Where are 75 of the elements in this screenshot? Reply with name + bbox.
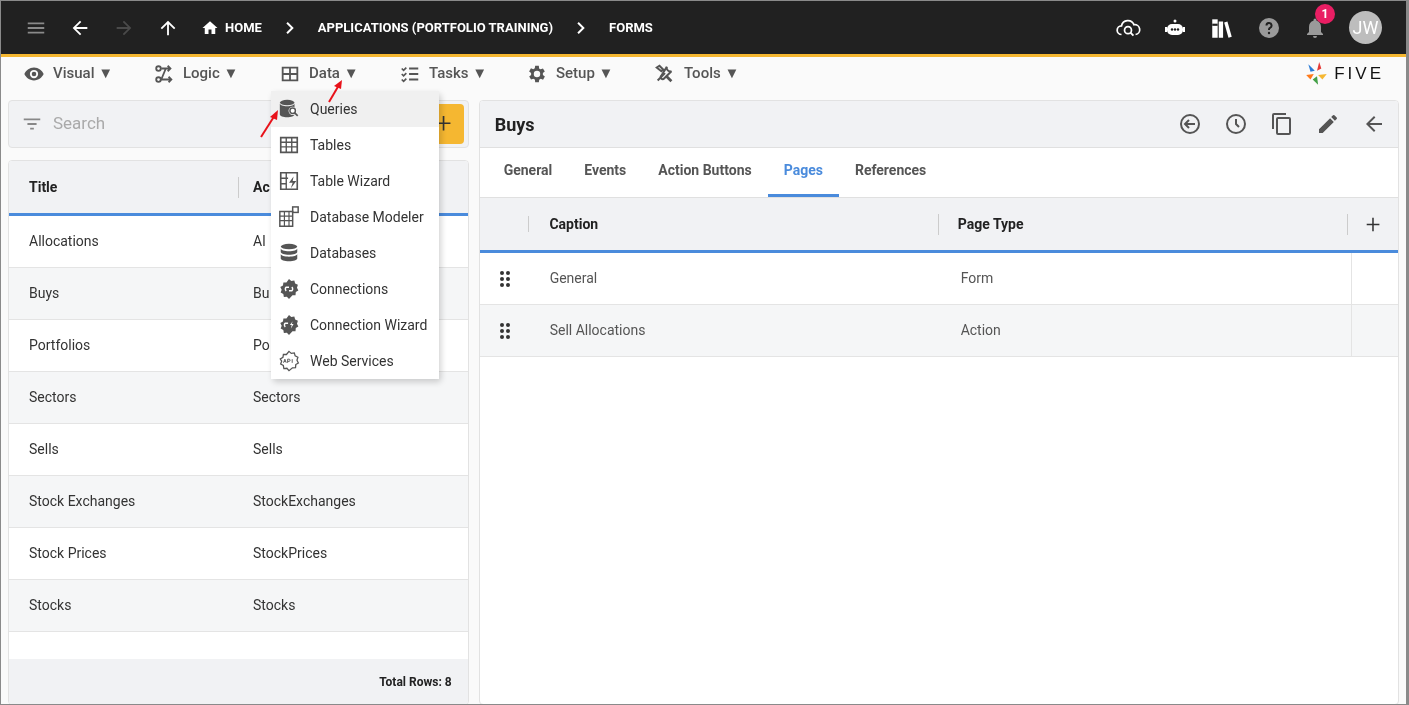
table-lightning-icon: [278, 170, 300, 192]
add-button[interactable]: +: [1348, 211, 1398, 237]
tab[interactable]: Events: [568, 147, 643, 197]
dropdown-item[interactable]: Web Services: [271, 343, 439, 379]
help-icon[interactable]: [1257, 15, 1281, 40]
table-cell: Form: [940, 253, 1352, 304]
menu-button[interactable]: Visual ▼: [23, 62, 153, 85]
edit-icon[interactable]: [1316, 112, 1340, 136]
table-cell: Action: [940, 305, 1352, 356]
menu-button[interactable]: Data ▼: [279, 62, 399, 85]
database-search-icon: [278, 98, 300, 120]
column-header[interactable]: Ac: [239, 176, 270, 198]
table-cell-text: Stock Exchanges: [28, 492, 137, 511]
row-count: Total Rows: 8: [379, 673, 452, 691]
table-cell-text: Sectors: [28, 388, 78, 407]
list-row[interactable]: Sectors Sectors: [9, 372, 468, 424]
column-header[interactable]: Title: [9, 176, 239, 198]
table-cell-text: Stock Prices: [28, 544, 108, 563]
chevron-icon: [285, 21, 294, 34]
page-row[interactable]: Sell Allocations Action: [479, 305, 1398, 357]
annotation-arrow: [327, 79, 345, 103]
table-grid-icon: [278, 206, 300, 228]
tab[interactable]: General: [487, 147, 569, 197]
list-row[interactable]: Stocks Stocks: [9, 580, 468, 632]
table-cell-text: Portfolios: [28, 336, 92, 355]
notification-badge: 1: [1315, 3, 1335, 24]
menu-button[interactable]: Tools ▼: [654, 62, 754, 85]
database-icon: [278, 242, 300, 264]
table-icon: [278, 134, 300, 156]
dropdown-item[interactable]: Tables: [271, 127, 439, 163]
dropdown-item[interactable]: Queries: [271, 91, 439, 127]
dropdown-item[interactable]: Databases: [271, 235, 439, 271]
table-cell-text: Sectors: [252, 388, 301, 407]
table-cell-text: Bu: [252, 284, 270, 303]
chevron-icon: [577, 21, 586, 34]
gear-link-icon: [278, 278, 300, 300]
page-row[interactable]: General Form: [479, 253, 1398, 305]
table-cell-text: Sells: [252, 440, 283, 459]
table-cell-text: Stocks: [28, 596, 73, 615]
tab[interactable]: References: [838, 147, 943, 197]
copy-icon[interactable]: [1270, 112, 1294, 136]
table-cell-text: Sells: [28, 440, 60, 459]
menu-button[interactable]: Setup ▼: [526, 62, 654, 85]
table-cell-text: Sell Allocations: [548, 321, 647, 340]
table-cell-text: Allocations: [28, 232, 100, 251]
table-cell-text: StockPrices: [252, 544, 328, 563]
dropdown-item[interactable]: Database Modeler: [271, 199, 439, 235]
table-cell-text: General: [548, 269, 599, 288]
menu-button[interactable]: Tasks ▼: [399, 62, 526, 85]
list-row[interactable]: Stock Exchanges StockExchanges: [9, 476, 468, 528]
history-back-icon[interactable]: [1178, 112, 1202, 136]
table-cell-text: StockExchanges: [252, 492, 356, 511]
breadcrumb-link[interactable]: HOME: [201, 17, 262, 38]
table-cell-text: Al: [252, 232, 266, 251]
table-cell-text: Po: [252, 336, 270, 355]
dropdown-item[interactable]: Connections: [271, 271, 439, 307]
column-header[interactable]: Page Type: [938, 213, 1349, 235]
dropdown-item[interactable]: Connection Wizard: [271, 307, 439, 343]
clock-icon[interactable]: [1224, 112, 1248, 136]
breadcrumb-link[interactable]: APPLICATIONS (PORTFOLIO TRAINING): [317, 17, 554, 38]
gear-link-icon: [278, 314, 300, 336]
annotation-arrow: [259, 109, 281, 139]
dropdown-item[interactable]: Table Wizard: [271, 163, 439, 199]
drag-handle-icon[interactable]: [497, 269, 512, 288]
breadcrumb-link[interactable]: FORMS: [609, 17, 653, 38]
gear-api-icon: [278, 350, 300, 372]
table-cell-text: Buys: [28, 284, 61, 303]
drag-handle-icon[interactable]: [497, 321, 512, 340]
logo-text: FIVE: [1334, 62, 1384, 85]
tab[interactable]: Action Buttons: [642, 147, 768, 197]
table-cell-text: Stocks: [252, 596, 296, 615]
column-header[interactable]: Caption: [529, 213, 939, 235]
flow-icon: [153, 62, 175, 85]
form-title: Buys: [494, 112, 535, 137]
menu-button[interactable]: Logic ▼: [153, 62, 279, 85]
